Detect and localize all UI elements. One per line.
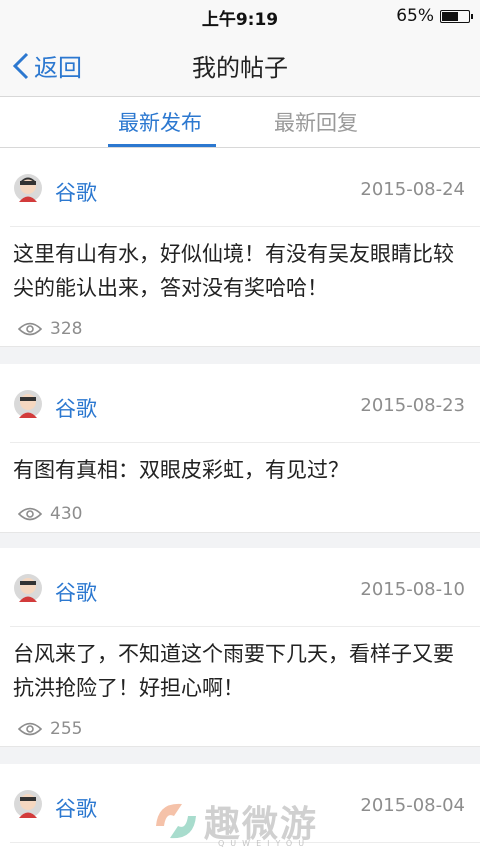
post-text[interactable]: 有图有真相：双眼皮彩虹，有见过？	[0, 443, 480, 487]
tab-active-indicator	[108, 144, 216, 147]
battery-fill	[442, 11, 459, 21]
post-date: 2015-08-24	[360, 179, 465, 200]
post-header: 谷歌 2015-08-10	[10, 548, 480, 627]
watermark-subtext: QUWEIYOU	[218, 839, 311, 848]
post-card[interactable]: 谷歌 2015-08-10 台风来了，不知道这个雨要下几天，看样子又要抗洪抢险了…	[0, 548, 480, 747]
avatar-icon[interactable]	[13, 573, 43, 603]
post-author[interactable]: 谷歌	[55, 577, 97, 607]
tab-bar: 最新发布 最新回复	[0, 97, 480, 148]
post-views: 328	[18, 319, 480, 339]
battery-icon	[440, 9, 473, 23]
tab-latest-posts[interactable]: 最新发布	[118, 107, 202, 137]
status-time: 上午9:19	[201, 9, 279, 30]
avatar-icon[interactable]	[13, 789, 43, 819]
watermark: 趣微游 QUWEIYOU	[148, 795, 318, 848]
post-header: 谷歌 2015-08-24	[10, 148, 480, 227]
view-count: 328	[50, 319, 83, 339]
post-header: 谷歌 2015-08-23	[10, 364, 480, 443]
post-card[interactable]: 谷歌 2015-08-24 这里有山有水，好似仙境！有没有吴友眼睛比较尖的能认出…	[0, 148, 480, 347]
post-date: 2015-08-04	[360, 795, 465, 816]
post-views: 430	[18, 504, 480, 524]
battery-percent: 65%	[396, 6, 434, 26]
post-text[interactable]: 台风来了，不知道这个雨要下几天，看样子又要抗洪抢险了！好担心啊！	[0, 627, 480, 705]
post-author[interactable]: 谷歌	[55, 177, 97, 207]
eye-icon	[18, 722, 42, 736]
tab-latest-replies[interactable]: 最新回复	[274, 107, 358, 137]
post-card[interactable]: 谷歌 2015-08-23 有图有真相：双眼皮彩虹，有见过？ 430	[0, 364, 480, 533]
post-text[interactable]: 这里有山有水，好似仙境！有没有吴友眼睛比较尖的能认出来，答对没有奖哈哈！	[0, 227, 480, 305]
page-title: 我的帖子	[192, 54, 288, 82]
view-count: 430	[50, 504, 83, 524]
post-date: 2015-08-23	[360, 395, 465, 416]
post-date: 2015-08-10	[360, 579, 465, 600]
eye-icon	[18, 322, 42, 336]
avatar-icon[interactable]	[13, 389, 43, 419]
post-views: 255	[18, 719, 480, 739]
avatar-icon[interactable]	[13, 173, 43, 203]
eye-icon	[18, 507, 42, 521]
status-right: 65%	[396, 6, 473, 26]
nav-bar: 返回 我的帖子	[0, 34, 480, 97]
watermark-logo-icon	[156, 803, 196, 839]
post-author[interactable]: 谷歌	[55, 793, 97, 823]
status-bar: 上午9:19 65%	[0, 0, 480, 34]
post-author[interactable]: 谷歌	[55, 393, 97, 423]
view-count: 255	[50, 719, 83, 739]
